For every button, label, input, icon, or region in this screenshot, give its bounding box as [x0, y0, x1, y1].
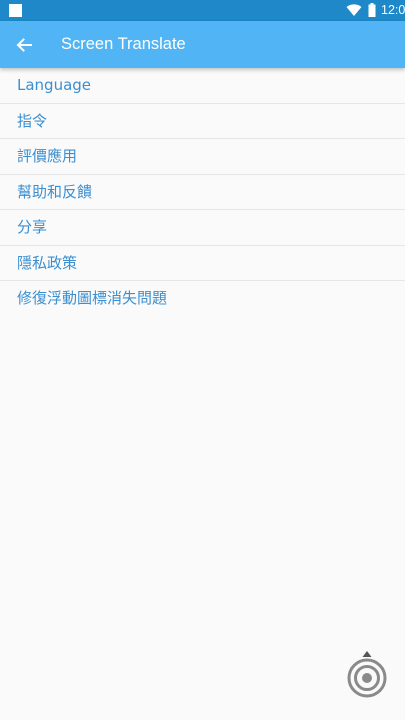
menu-item-share[interactable]: 分享 — [0, 210, 405, 246]
app-bar: Screen Translate — [0, 21, 405, 68]
target-icon[interactable] — [345, 648, 389, 700]
notification-square-icon — [9, 4, 22, 17]
settings-menu: Language 指令 評價應用 幫助和反饋 分享 隱私政策 修復浮動圖標消失問… — [0, 68, 405, 316]
menu-item-label: 修復浮動圖標消失問題 — [17, 289, 168, 307]
menu-item-rate-app[interactable]: 評價應用 — [0, 139, 405, 175]
menu-item-language[interactable]: Language — [0, 68, 405, 104]
arrow-left-icon[interactable] — [14, 35, 34, 55]
menu-item-label: 分享 — [17, 218, 48, 236]
menu-item-help-feedback[interactable]: 幫助和反饋 — [0, 175, 405, 210]
status-time: 12:05 — [381, 3, 405, 17]
menu-item-label: 指令 — [17, 111, 48, 130]
page-title: Screen Translate — [61, 35, 186, 53]
menu-item-label: 幫助和反饋 — [17, 182, 93, 201]
status-bar: 12:05 — [0, 0, 405, 21]
menu-item-label: 隱私政策 — [17, 253, 78, 272]
menu-item-instructions[interactable]: 指令 — [0, 104, 405, 139]
menu-item-privacy-policy[interactable]: 隱私政策 — [0, 246, 405, 281]
menu-item-fix-floating-icon[interactable]: 修復浮動圖標消失問題 — [0, 281, 405, 316]
wifi-icon — [346, 4, 362, 16]
menu-item-label: 評價應用 — [17, 147, 78, 165]
menu-item-label: Language — [17, 76, 92, 94]
battery-icon — [368, 3, 376, 17]
